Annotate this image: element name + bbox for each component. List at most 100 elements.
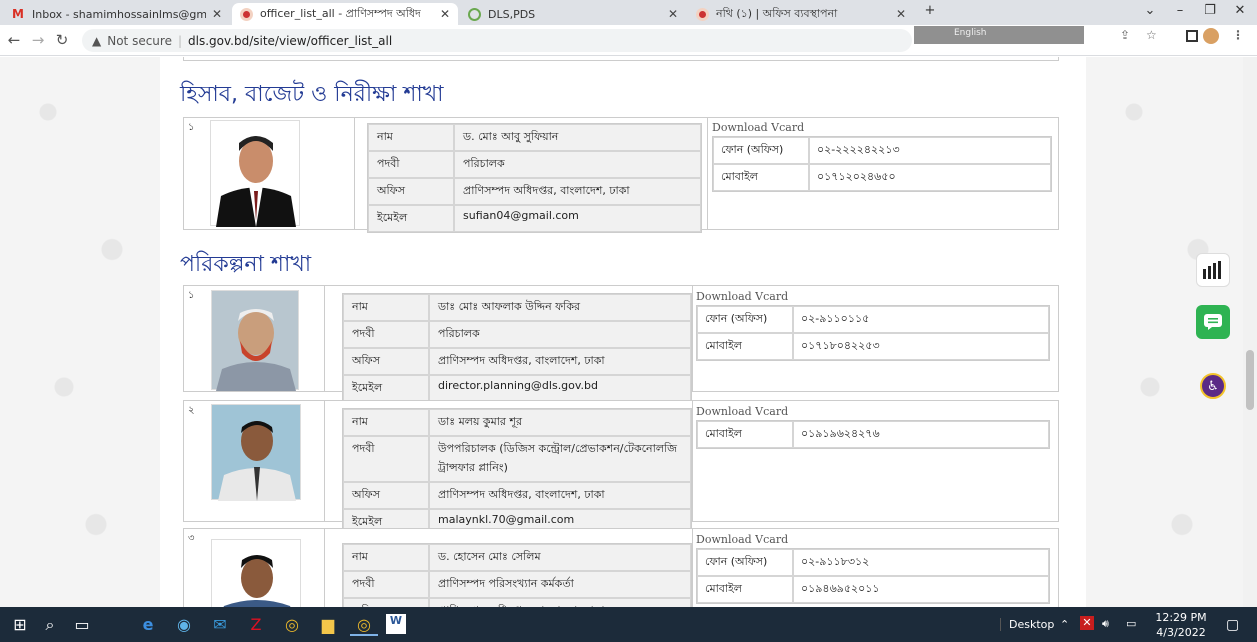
tab-title: DLS,PDS bbox=[488, 7, 536, 21]
minimize-icon[interactable]: – bbox=[1168, 3, 1192, 21]
label-name: নাম bbox=[368, 124, 454, 151]
label-email: ইমেইল bbox=[368, 205, 454, 232]
officer-designation: প্রাণিসম্পদ পরিসংখ্যান কর্মকর্তা bbox=[429, 571, 691, 598]
label-office: অফিস bbox=[343, 598, 429, 607]
label-office-phone: ফোন (অফিস) bbox=[713, 137, 809, 164]
search-icon[interactable]: ⌕ bbox=[36, 615, 64, 635]
label-office-phone: ফোন (অফিস) bbox=[697, 549, 793, 576]
label-office-phone: ফোন (অফিস) bbox=[697, 306, 793, 333]
phone-table: মোবাইল ০১৯১৯৬২৪২৭৬ bbox=[696, 420, 1050, 449]
back-icon[interactable]: ← bbox=[4, 31, 24, 49]
volume-icon[interactable]: 🔊︎ bbox=[1102, 617, 1109, 631]
notification-icon[interactable]: ▢ bbox=[1226, 617, 1239, 633]
profile-avatar[interactable] bbox=[1203, 28, 1219, 44]
file-explorer-icon[interactable]: ▆ bbox=[314, 615, 342, 634]
officer-email[interactable]: sufian04@gmail.com bbox=[454, 205, 701, 232]
share-icon[interactable]: ⇪ bbox=[1120, 28, 1130, 42]
officer-info-table: নাম ডাঃ মলয় কুমার শূর পদবী উপপরিচালক (ডিজ… bbox=[342, 408, 692, 537]
forward-icon[interactable]: → bbox=[28, 31, 48, 49]
desktop-toolbar[interactable]: Desktop bbox=[1000, 618, 1054, 631]
new-tab-button[interactable]: + bbox=[918, 3, 942, 21]
divider bbox=[324, 401, 325, 521]
close-icon[interactable]: ✕ bbox=[896, 7, 906, 21]
previous-card-edge bbox=[183, 57, 1059, 61]
officer-email[interactable]: director.planning@dls.gov.bd bbox=[429, 375, 691, 402]
divider bbox=[324, 286, 325, 391]
officer-name: ডাঃ মোঃ আফলাক উদ্দিন ফকির bbox=[429, 294, 691, 321]
reload-icon[interactable]: ↻ bbox=[52, 31, 72, 49]
language-extension[interactable]: English bbox=[954, 28, 987, 38]
word-icon[interactable]: W bbox=[386, 614, 406, 634]
tab-nothi[interactable]: নথি (১) | অফিস ব্যবস্থাপনা ✕ bbox=[688, 3, 914, 25]
serial-number: ১ bbox=[188, 122, 195, 133]
analytics-widget-icon[interactable] bbox=[1196, 253, 1230, 287]
chrome-icon[interactable]: ◎ bbox=[278, 615, 306, 634]
close-window-icon[interactable]: ✕ bbox=[1228, 3, 1252, 21]
officer-photo bbox=[211, 539, 301, 607]
scrollbar-thumb[interactable] bbox=[1246, 350, 1254, 410]
download-vcard-link[interactable]: Download Vcard bbox=[696, 533, 788, 546]
divider bbox=[692, 286, 693, 391]
tab-title: নথি (১) | অফিস ব্যবস্থাপনা bbox=[716, 6, 838, 20]
tab-officer-list[interactable]: officer_list_all - প্রাণিসম্পদ অধিদ ✕ bbox=[232, 3, 458, 25]
star-icon[interactable]: ☆ bbox=[1146, 28, 1157, 42]
officer-card: ১ নাম ড. মোঃ আবু সুফিয়ান পদবী পরিচালক অফি… bbox=[183, 117, 1059, 233]
accessibility-widget-icon[interactable]: ♿ bbox=[1200, 373, 1226, 399]
mobile-number: ০১৯১৯৬২৪২৭৬ bbox=[793, 421, 1049, 448]
divider bbox=[707, 118, 708, 229]
chrome-active-icon[interactable]: ◎ bbox=[350, 615, 378, 636]
section-title-planning: পরিকল্পনা শাখা bbox=[180, 252, 312, 277]
officer-designation: উপপরিচালক (ডিজিস কন্ট্রোল/প্রেভাকশন/টেকন… bbox=[429, 436, 691, 482]
restore-icon[interactable]: ❐ bbox=[1198, 3, 1222, 21]
vertical-scrollbar[interactable] bbox=[1243, 57, 1257, 607]
url-text: dls.gov.bd/site/view/officer_list_all bbox=[188, 33, 393, 48]
lace-pattern-left bbox=[0, 57, 160, 607]
label-name: নাম bbox=[343, 544, 429, 571]
download-vcard-link[interactable]: Download Vcard bbox=[712, 121, 804, 134]
officer-office: প্রাণিসম্পদ অধিদপ্তর, বাংলাদেশ, ঢাকা bbox=[429, 348, 691, 375]
main-content: হিসাব, বাজেট ও নিরীক্ষা শাখা ১ নাম ড. মোঃ… bbox=[160, 57, 1086, 607]
clock-date[interactable]: 4/3/2022 bbox=[1153, 626, 1209, 639]
divider bbox=[324, 529, 325, 607]
label-designation: পদবী bbox=[343, 571, 429, 598]
officer-photo bbox=[211, 290, 299, 391]
mail-icon[interactable]: ✉ bbox=[206, 615, 234, 634]
antivirus-icon[interactable]: ✕ bbox=[1080, 616, 1094, 630]
phone-table: ফোন (অফিস) ০২-৯১১০১১৫ মোবাইল ০১৭১৮০৪২২৫৩ bbox=[696, 305, 1050, 361]
label-designation: পদবী bbox=[343, 436, 429, 482]
officer-office: প্রাণিসম্পদ অধিদপ্তর, বাংলাদেশ, ঢাকা bbox=[429, 482, 691, 509]
label-mobile: মোবাইল bbox=[697, 333, 793, 360]
tab-dls-pds[interactable]: DLS,PDS ✕ bbox=[460, 3, 686, 25]
app-icon[interactable]: ◉ bbox=[170, 615, 198, 634]
security-label: Not secure bbox=[107, 33, 172, 48]
site-favicon-icon bbox=[240, 7, 253, 21]
filezilla-icon[interactable]: Z bbox=[242, 615, 270, 634]
download-vcard-link[interactable]: Download Vcard bbox=[696, 405, 788, 418]
chat-widget-icon[interactable] bbox=[1196, 305, 1230, 339]
download-vcard-link[interactable]: Download Vcard bbox=[696, 290, 788, 303]
officer-office: প্রাণিসম্পদ অধিদপ্তর, বাংলাদেশ, ঢাকা bbox=[429, 598, 691, 607]
windows-taskbar: ⊞ ⌕ ▭ e ◉ ✉ Z ◎ ▆ ◎ W Desktop ⌃ ✕ 🔊︎ ▭ 1… bbox=[0, 607, 1257, 642]
gmail-icon: M bbox=[12, 6, 24, 21]
chevron-up-icon[interactable]: ⌃ bbox=[1060, 618, 1069, 631]
divider bbox=[692, 401, 693, 521]
menu-icon[interactable]: ⋮ bbox=[1232, 28, 1244, 42]
close-icon[interactable]: ✕ bbox=[212, 7, 222, 21]
officer-card: ৩ নাম ড. হোসেন মোঃ সেলিম পদবী প্রাণিসম্পদ … bbox=[183, 528, 1059, 607]
address-bar[interactable]: ▲ Not secure | dls.gov.bd/site/view/offi… bbox=[82, 29, 912, 52]
label-mobile: মোবাইল bbox=[697, 576, 793, 603]
clock-time[interactable]: 12:29 PM bbox=[1153, 611, 1209, 624]
officer-designation: পরিচালক bbox=[429, 321, 691, 348]
windows-start-icon[interactable]: ⊞ bbox=[6, 615, 34, 634]
tab-title: officer_list_all - প্রাণিসম্পদ অধিদ bbox=[260, 6, 421, 20]
tab-search-icon[interactable]: ⌄ bbox=[1138, 3, 1162, 21]
label-mobile: মোবাইল bbox=[697, 421, 793, 448]
tab-gmail[interactable]: M Inbox - shamimhossainlms@gma ✕ bbox=[4, 3, 230, 25]
extensions-icon[interactable] bbox=[1186, 30, 1198, 42]
label-designation: পদবী bbox=[368, 151, 454, 178]
close-icon[interactable]: ✕ bbox=[440, 7, 450, 21]
task-view-icon[interactable]: ▭ bbox=[68, 615, 96, 634]
close-icon[interactable]: ✕ bbox=[668, 7, 678, 21]
edge-icon[interactable]: e bbox=[134, 615, 162, 634]
network-icon[interactable]: ▭ bbox=[1126, 617, 1136, 630]
